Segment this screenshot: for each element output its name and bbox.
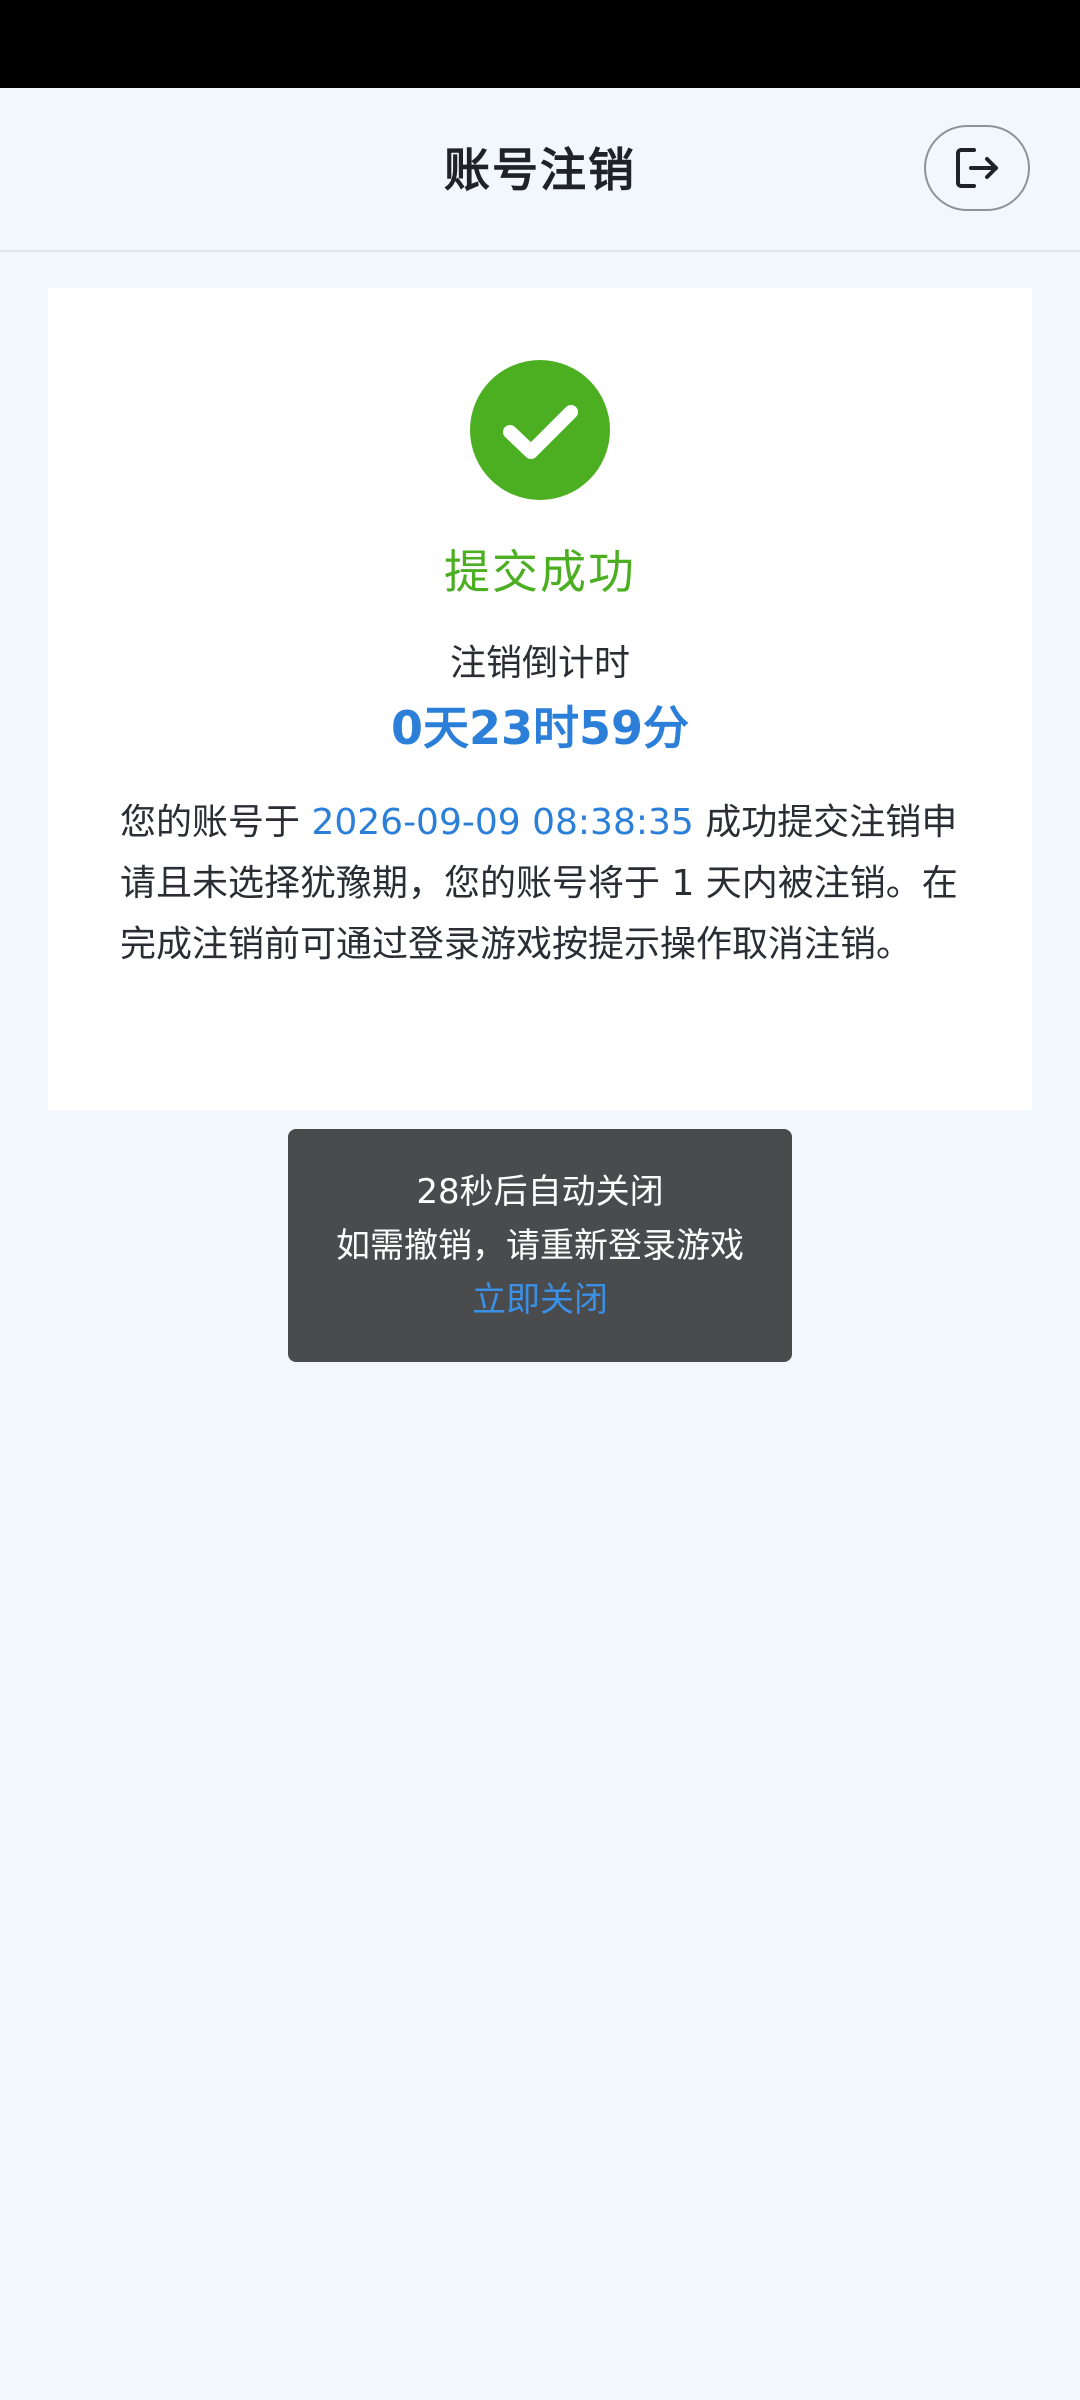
toast-hint-text: 如需撤销，请重新登录游戏 <box>336 1226 744 1266</box>
toast-auto-close-text: 28秒后自动关闭 <box>416 1172 664 1212</box>
submission-timestamp: 2026-09-09 08:38:35 <box>311 802 694 843</box>
description-prefix: 您的账号于 <box>120 802 312 843</box>
deletion-description: 您的账号于 2026-09-09 08:38:35 成功提交注销申请且未选择犹豫… <box>120 792 980 975</box>
countdown-value: 0天23时59分 <box>390 701 690 755</box>
header: 账号注销 <box>0 88 1080 252</box>
toast-close-link[interactable]: 立即关闭 <box>288 1273 792 1327</box>
logout-icon <box>956 148 998 188</box>
result-card: 提交成功 注销倒计时 0天23时59分 您的账号于 2026-09-09 08:… <box>48 288 1032 1110</box>
toast: 28秒后自动关闭 如需撤销，请重新登录游戏 立即关闭 <box>288 1129 792 1362</box>
countdown-label: 注销倒计时 <box>449 643 630 684</box>
status-bar <box>0 0 1080 88</box>
page-title: 账号注销 <box>444 143 636 197</box>
logout-button[interactable] <box>924 125 1030 211</box>
success-title: 提交成功 <box>444 545 636 599</box>
check-circle-icon <box>470 360 610 500</box>
